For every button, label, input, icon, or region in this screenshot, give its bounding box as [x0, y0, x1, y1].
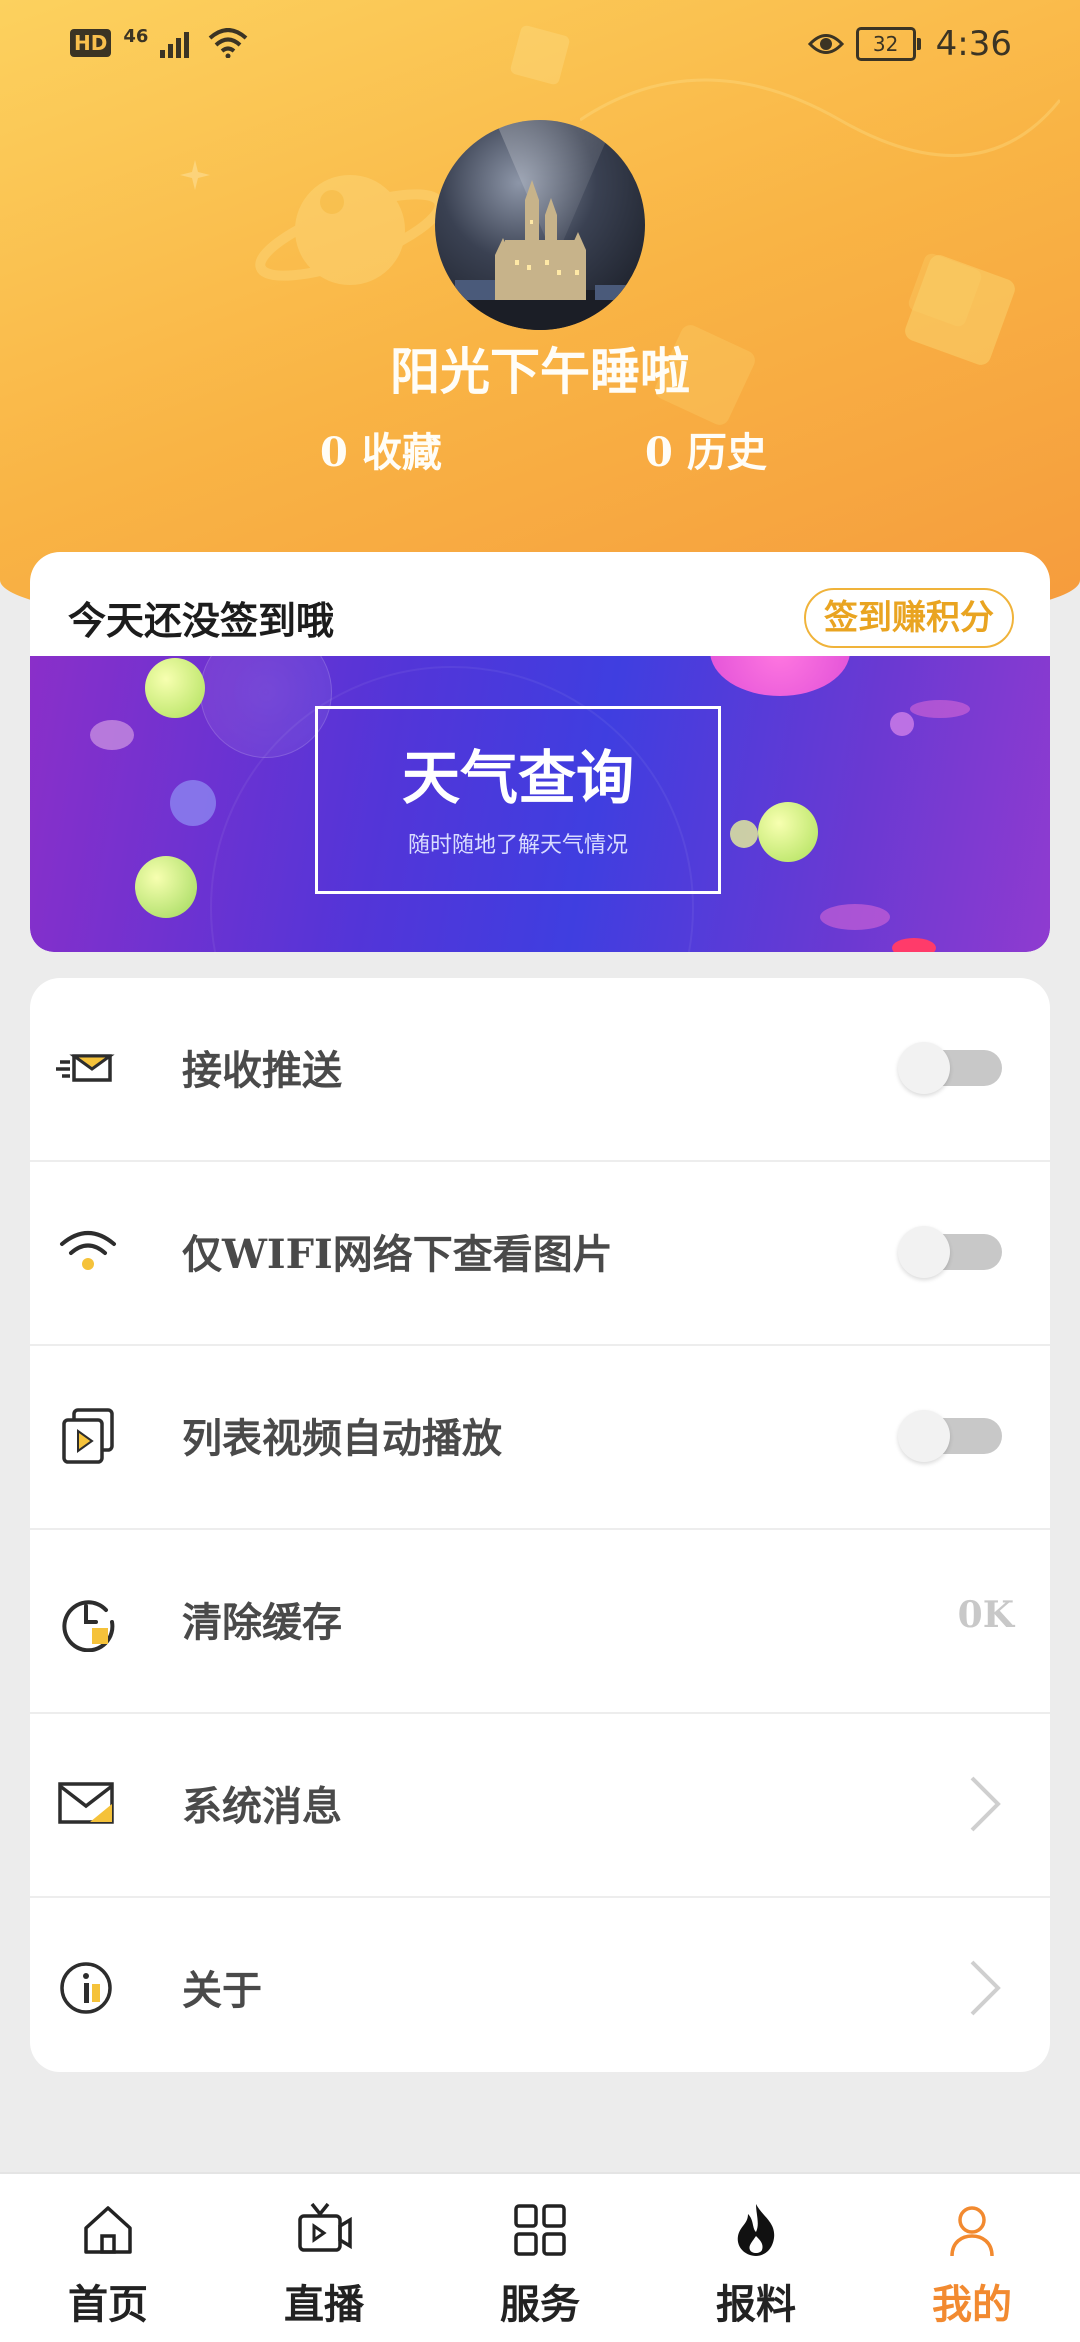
- bubble-decoration: [758, 802, 818, 862]
- bubble-decoration: [170, 780, 216, 826]
- person-icon: [950, 2206, 994, 2257]
- settings-row-about[interactable]: 关于: [30, 1898, 1050, 2072]
- chevron-right-icon: [970, 1776, 1001, 1832]
- banner-subtitle: 随时随地了解天气情况: [407, 833, 628, 858]
- favorites-stat[interactable]: 0 收藏: [320, 420, 442, 478]
- nav-me[interactable]: 我的: [864, 2174, 1080, 2342]
- clock-clear-icon: [62, 1600, 115, 1652]
- settings-row-clear-cache[interactable]: 清除缓存 0K: [30, 1530, 1050, 1714]
- bubble-decoration: [892, 938, 936, 952]
- signal-icon: [160, 32, 190, 58]
- nav-services[interactable]: 服务: [432, 2174, 648, 2342]
- bubble-decoration: [135, 856, 197, 918]
- bubble-decoration: [730, 820, 758, 848]
- clock: 4:36: [935, 24, 1012, 64]
- bubble-decoration: [710, 656, 850, 696]
- planet-decoration-icon: [255, 175, 445, 285]
- nav-label: 直播: [284, 2281, 364, 2328]
- signin-card: 今天还没签到哦 签到赚积分 天气查询 随时随地了解天气情况: [30, 552, 1050, 952]
- nav-label: 首页: [68, 2281, 148, 2328]
- chevron-right-icon: [970, 1960, 1001, 2016]
- live-tv-icon: [298, 2202, 352, 2252]
- nav-home[interactable]: 首页: [0, 2174, 216, 2342]
- hd-badge: HD: [70, 29, 112, 57]
- banner-title: 天气查询: [401, 744, 634, 812]
- mail-send-icon: [56, 1054, 115, 1082]
- user-avatar[interactable]: [435, 120, 645, 330]
- bubble-decoration: [910, 700, 970, 718]
- bubble-decoration: [890, 712, 914, 736]
- history-label: 历史: [686, 429, 767, 476]
- history-stat[interactable]: 0 历史: [645, 420, 767, 478]
- signin-status-text: 今天还没签到哦: [68, 598, 335, 643]
- nav-label: 报料: [716, 2281, 796, 2328]
- settings-row-receive-push[interactable]: 接收推送: [30, 978, 1050, 1162]
- settings-row-system-messages[interactable]: 系统消息: [30, 1714, 1050, 1898]
- nav-live[interactable]: 直播: [216, 2174, 432, 2342]
- settings-row-label: 接收推送: [182, 1047, 342, 1094]
- settings-row-wifi-images[interactable]: 仅WIFI网络下查看图片: [30, 1162, 1050, 1346]
- favorites-label: 收藏: [361, 429, 442, 476]
- settings-row-label: 清除缓存: [182, 1599, 342, 1646]
- settings-row-autoplay-video[interactable]: 列表视频自动播放: [30, 1346, 1050, 1530]
- eye-comfort-icon: [807, 34, 844, 54]
- cache-size-value: 0K: [957, 1594, 1014, 1636]
- sparkle-decoration-icon: [180, 160, 210, 190]
- bubble-decoration: [90, 720, 134, 750]
- wifi-images-toggle[interactable]: [898, 1226, 1002, 1278]
- signin-earn-points-button[interactable]: 签到赚积分: [804, 588, 1014, 648]
- push-toggle[interactable]: [898, 1042, 1002, 1094]
- newspaper-decoration-icon: [908, 253, 982, 327]
- settings-row-label: 列表视频自动播放: [182, 1415, 502, 1462]
- battery-indicator: 32: [855, 27, 921, 61]
- settings-row-label: 系统消息: [182, 1783, 342, 1830]
- favorites-count: 0: [320, 429, 348, 476]
- info-icon: [60, 1962, 112, 2014]
- history-count: 0: [645, 429, 673, 476]
- wifi-status-icon: [209, 28, 248, 58]
- video-play-icon: [62, 1408, 114, 1464]
- bubble-decoration: [145, 658, 205, 718]
- grid-icon: [514, 2204, 566, 2256]
- weather-banner[interactable]: 天气查询 随时随地了解天气情况: [30, 656, 1050, 952]
- network-type: 46: [123, 25, 149, 47]
- settings-row-label: 仅WIFI网络下查看图片: [182, 1231, 613, 1278]
- autoplay-toggle[interactable]: [898, 1410, 1002, 1462]
- status-bar: HD 46 32 4:36: [0, 0, 1080, 90]
- fire-icon: [737, 2204, 775, 2256]
- nav-label: 我的: [932, 2281, 1012, 2328]
- nav-label: 服务: [500, 2281, 580, 2328]
- banner-frame: 天气查询 随时随地了解天气情况: [315, 706, 721, 894]
- envelope-icon: [58, 1782, 114, 1824]
- bubble-decoration: [820, 904, 890, 930]
- user-name: 阳光下午睡啦: [390, 342, 690, 401]
- settings-row-label: 关于: [182, 1967, 262, 2014]
- settings-list: 接收推送 仅WIFI网络下查看图片 列表视频自动播放 清除缓存 0K 系统消息 …: [30, 978, 1050, 2072]
- nav-report[interactable]: 报料: [648, 2174, 864, 2342]
- bottom-navigation: 首页 直播 服务 报料 我的: [0, 2172, 1080, 2342]
- home-icon: [84, 2206, 132, 2254]
- wifi-icon: [60, 1231, 116, 1270]
- castle-photo-image: [435, 120, 645, 330]
